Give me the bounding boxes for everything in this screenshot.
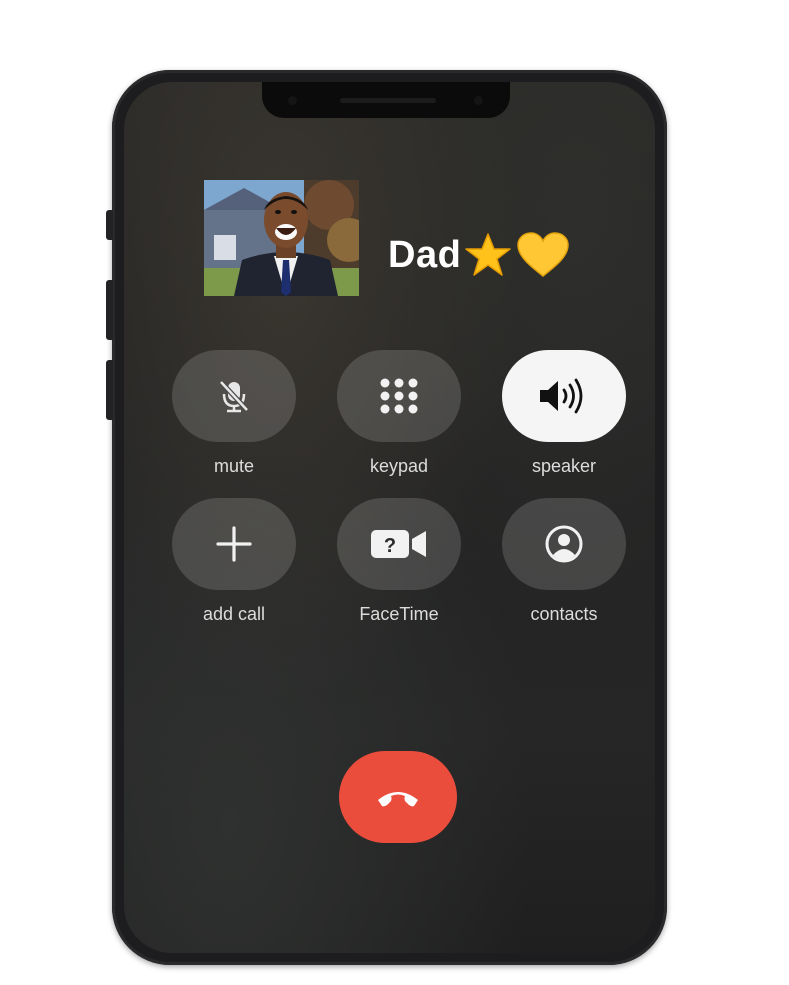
speaker-circle[interactable]	[502, 350, 626, 442]
keypad-circle[interactable]	[337, 350, 461, 442]
facetime-button[interactable]: ? FaceTime	[337, 498, 461, 625]
add-call-label: add call	[202, 604, 266, 624]
sensor-icon	[474, 96, 483, 105]
plus-icon	[216, 526, 252, 562]
facetime-circle[interactable]: ?	[337, 498, 461, 590]
volume-down-button	[106, 360, 113, 420]
earpiece	[340, 98, 436, 103]
facetime-question-icon: ?	[371, 530, 426, 558]
contacts-label: contacts	[530, 604, 598, 624]
keypad-icon	[380, 378, 418, 414]
facetime-label: FaceTime	[359, 604, 439, 624]
notch	[262, 82, 510, 118]
contacts-button[interactable]: contacts	[502, 498, 626, 625]
speaker-icon	[540, 378, 583, 414]
speaker-button[interactable]: speaker	[502, 350, 626, 477]
mute-button[interactable]: mute	[172, 350, 296, 477]
volume-up-button	[106, 280, 113, 340]
keypad-label: keypad	[369, 456, 429, 476]
mute-circle[interactable]	[172, 350, 296, 442]
camera-icon	[288, 96, 297, 105]
caller-name-row: Dad	[388, 232, 571, 278]
end-call-icon	[378, 792, 418, 807]
mute-label: mute	[213, 456, 255, 476]
yellow-heart-icon	[515, 232, 571, 278]
end-call-button[interactable]	[339, 751, 457, 843]
svg-text:?: ?	[384, 535, 396, 557]
keypad-button[interactable]: keypad	[337, 350, 461, 477]
add-call-circle[interactable]	[172, 498, 296, 590]
caller-name: Dad	[388, 233, 462, 276]
silent-switch	[106, 210, 113, 240]
speaker-label: speaker	[531, 456, 597, 476]
star-icon	[463, 232, 513, 278]
contacts-circle[interactable]	[502, 498, 626, 590]
caller-avatar	[204, 180, 359, 296]
add-call-button[interactable]: add call	[172, 498, 296, 625]
mic-slash-icon	[219, 380, 249, 413]
contact-icon	[545, 525, 583, 563]
